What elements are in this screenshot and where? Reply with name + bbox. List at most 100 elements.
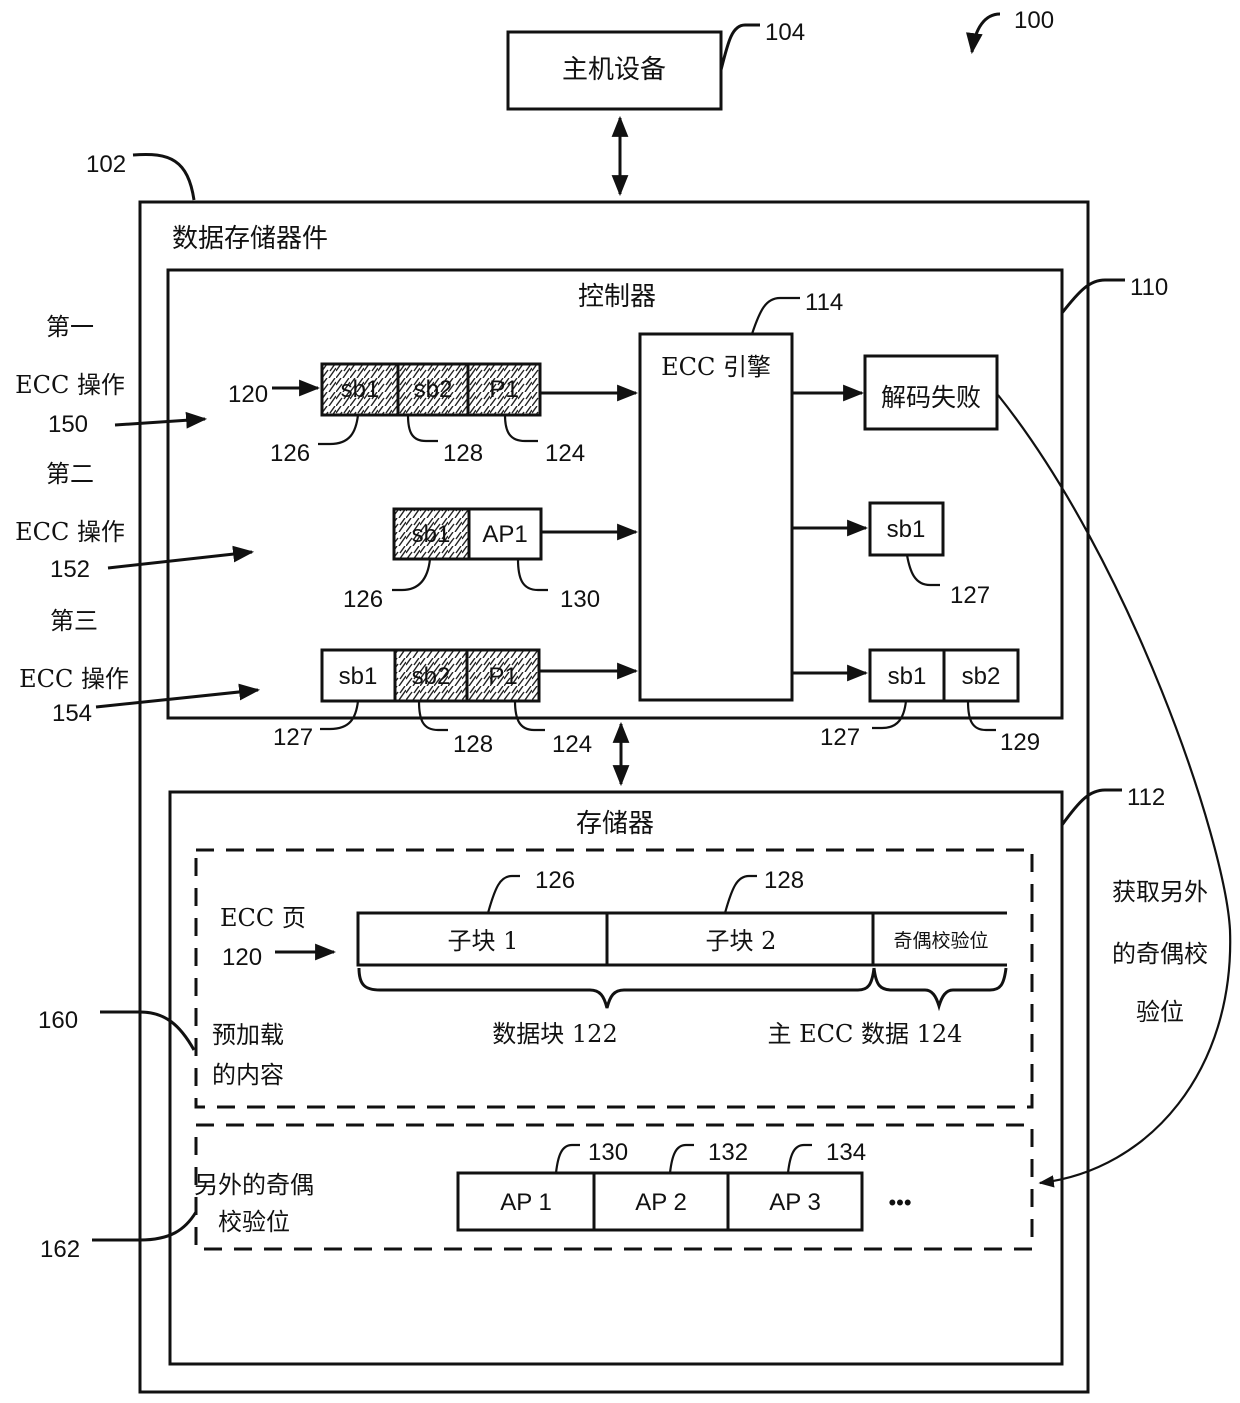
ecc-page-ref: 120 xyxy=(222,944,262,971)
leader-op2-126 xyxy=(392,558,432,592)
op3-output-ref-127: 127 xyxy=(820,724,860,751)
ref-112: 112 xyxy=(1127,784,1165,811)
primary-ecc-label: 主 ECC 数据 124 xyxy=(768,1020,963,1048)
ecc-engine: ECC 引擎 114 xyxy=(638,289,843,702)
preloaded-dashed-box xyxy=(194,848,1034,1109)
leader-op1-124 xyxy=(503,414,538,443)
leader-104 xyxy=(719,23,760,71)
ref-114: 114 xyxy=(805,289,843,316)
parity-label: 奇偶校验位 xyxy=(893,930,988,952)
host-device: 主机设备 104 xyxy=(506,19,805,111)
op3-output-sb1-label: sb1 xyxy=(888,663,927,690)
memory-label: 存储器 xyxy=(576,809,654,839)
op3-ref-127: 127 xyxy=(273,724,313,751)
op3-output-ref-129: 129 xyxy=(1000,729,1040,756)
preloaded-content-region: 预加载 的内容 160 ECC 页 120 子块 1 子块 2 奇偶校验位 12… xyxy=(38,848,1034,1109)
ap2-label: AP 2 xyxy=(635,1189,687,1216)
op3-cell-p1-label: P1 xyxy=(488,663,517,690)
leader-162 xyxy=(92,1211,198,1242)
op2-cell-ap1-label: AP1 xyxy=(482,521,527,548)
op1-ref-126: 126 xyxy=(270,440,310,467)
leader-op3-out-129 xyxy=(966,700,996,732)
preloaded-label-line2: 的内容 xyxy=(212,1061,284,1089)
ref-102: 102 xyxy=(86,151,126,178)
ref-110: 110 xyxy=(1130,274,1168,301)
op2-cell-sb1-label: sb1 xyxy=(412,521,451,548)
leader-ap3-134 xyxy=(786,1143,812,1174)
additional-label-line2: 校验位 xyxy=(218,1208,290,1236)
preloaded-label-line1: 预加载 xyxy=(212,1021,284,1049)
leader-subblock1-126 xyxy=(486,874,520,914)
op3-cell-sb2-label: sb2 xyxy=(412,663,451,690)
leader-op2-out-127 xyxy=(905,554,940,587)
data-block-label: 数据块 122 xyxy=(492,1020,617,1048)
decode-failure-label: 解码失败 xyxy=(881,383,981,412)
ap1-ref: 130 xyxy=(588,1139,628,1166)
fetch-note-line2: 的奇偶校 xyxy=(1112,940,1208,968)
brace-data-block xyxy=(357,967,876,1009)
brace-primary-ecc xyxy=(872,967,1008,1012)
op3-line1: 第三 xyxy=(50,607,98,635)
op3-cell-sb1-label: sb1 xyxy=(339,663,378,690)
op1-input-ref: 120 xyxy=(228,381,268,408)
host-device-label: 主机设备 xyxy=(562,55,666,85)
op2-line2: ECC 操作 xyxy=(15,518,125,546)
svg-text:100: 100 xyxy=(1014,7,1054,34)
ap2-ref: 132 xyxy=(708,1139,748,1166)
leader-op1-128 xyxy=(406,414,438,443)
op3-line2: ECC 操作 xyxy=(19,665,129,693)
leader-op2-130 xyxy=(516,558,548,592)
op1-ref-124: 124 xyxy=(545,440,585,467)
leader-102 xyxy=(132,152,196,201)
memory-box xyxy=(168,790,1064,1366)
additional-label-line1: 另外的奇偶 xyxy=(194,1171,314,1199)
op3-output-sb2-label: sb2 xyxy=(962,663,1001,690)
device-label: 数据存储器件 xyxy=(172,224,328,254)
figure-ref-100: 100 xyxy=(966,7,1054,55)
op2-arrow xyxy=(107,545,255,570)
ecc-page-label: ECC 页 xyxy=(220,904,306,932)
fetch-note-line3: 验位 xyxy=(1136,998,1184,1026)
op2-ref-126: 126 xyxy=(343,586,383,613)
ref-104: 104 xyxy=(765,19,805,46)
leader-subblock2-128 xyxy=(723,874,757,914)
ecc-engine-label: ECC 引擎 xyxy=(661,353,771,381)
leader-160 xyxy=(100,1010,196,1051)
controller-label: 控制器 xyxy=(578,282,656,312)
ref-160: 160 xyxy=(38,1007,78,1034)
ap1-label: AP 1 xyxy=(500,1189,552,1216)
op1-cell-p1-label: P1 xyxy=(489,376,518,403)
ecc-system-diagram: 100 主机设备 104 数据存储器件 102 控制器 110 ECC 引擎 1… xyxy=(15,7,1232,1394)
leader-op3-128 xyxy=(417,700,448,732)
op1-cell-sb2-label: sb2 xyxy=(414,376,453,403)
op1-ref: 150 xyxy=(48,411,88,438)
ap3-ref: 134 xyxy=(826,1139,866,1166)
op2-output-label: sb1 xyxy=(887,516,926,543)
additional-parity-region: 另外的奇偶 校验位 162 AP 1 AP 2 AP 3 ••• 130 132… xyxy=(40,1123,1034,1263)
leader-op3-out-127 xyxy=(872,700,908,730)
leader-op3-127 xyxy=(320,700,360,731)
leader-op3-124 xyxy=(513,700,545,732)
operation-labels: 第一 ECC 操作 150 第二 ECC 操作 152 第三 ECC 操作 15… xyxy=(15,313,261,727)
op2-ref: 152 xyxy=(50,556,90,583)
leader-110 xyxy=(1060,278,1125,314)
subblock1-label: 子块 1 xyxy=(448,927,519,955)
leader-op1-126 xyxy=(318,414,360,446)
ap-ellipsis: ••• xyxy=(888,1190,911,1215)
subblock1-ref: 126 xyxy=(535,867,575,894)
op3-ref-124: 124 xyxy=(552,731,592,758)
subblock2-label: 子块 2 xyxy=(706,927,777,955)
op1-ref-128: 128 xyxy=(443,440,483,467)
leader-ap2-132 xyxy=(668,1143,694,1174)
op1-line2: ECC 操作 xyxy=(15,371,125,399)
op2-output-ref: 127 xyxy=(950,582,990,609)
op1-arrow xyxy=(114,411,208,429)
op3-ref: 154 xyxy=(52,700,92,727)
op1-row: 120 sb1 sb2 P1 126 128 124 解码失败 xyxy=(228,354,999,467)
fetch-note-line1: 获取另外 xyxy=(1112,878,1208,906)
ap3-label: AP 3 xyxy=(769,1189,821,1216)
op2-ref-130: 130 xyxy=(560,586,600,613)
op1-line1: 第一 xyxy=(46,313,94,341)
ref-162: 162 xyxy=(40,1236,80,1263)
op3-ref-128: 128 xyxy=(453,731,493,758)
